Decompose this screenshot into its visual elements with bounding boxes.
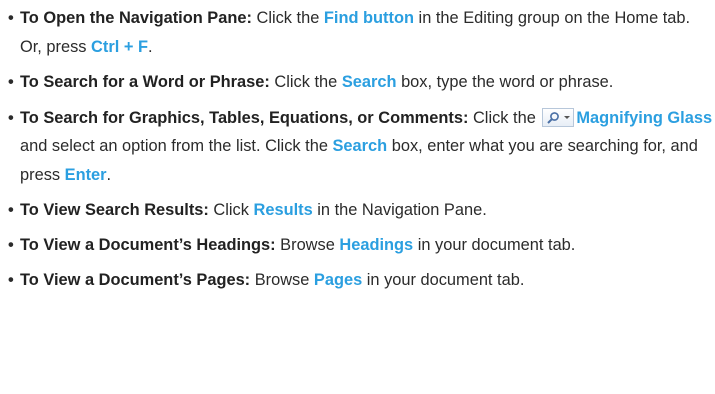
- item-heading: To Search for Graphics, Tables, Equation…: [20, 108, 469, 127]
- item-text: box, type the word or phrase.: [396, 73, 614, 91]
- item-text: .: [147, 37, 153, 56]
- item-text: .: [106, 165, 112, 184]
- item-text: Browse: [275, 235, 340, 254]
- chevron-down-icon: [564, 115, 571, 119]
- item-text: Click the: [468, 108, 541, 127]
- list-item-view-headings: • To View a Document’s Headings: Browse …: [8, 231, 715, 260]
- item-text: Click the: [269, 73, 342, 91]
- list-item-search-graphics: • To Search for Graphics, Tables, Equati…: [8, 104, 715, 190]
- item-heading: To View a Document’s Pages:: [20, 271, 251, 289]
- magnifying-glass-icon[interactable]: [542, 107, 575, 127]
- magnifying-glass-highlight: Magnifying Glass: [576, 108, 713, 127]
- search-highlight: Search: [341, 73, 397, 91]
- find-button-highlight: Find button: [323, 9, 414, 27]
- item-heading: To View a Document’s Headings:: [20, 235, 276, 254]
- pages-highlight: Pages: [313, 271, 363, 289]
- item-text: and select an option from the list. Clic…: [20, 137, 333, 155]
- item-text: Click the: [251, 9, 324, 27]
- instruction-list: • To Open the Navigation Pane: Click the…: [0, 0, 715, 295]
- item-heading: To Search for a Word or Phrase:: [20, 73, 270, 91]
- list-item-search-word: • To Search for a Word or Phrase: Click …: [8, 68, 715, 97]
- list-item-view-results: • To View Search Results: Click Results …: [8, 196, 715, 225]
- item-heading: To Open the Navigation Pane:: [20, 9, 252, 27]
- headings-highlight: Headings: [339, 235, 414, 254]
- item-text: Click: [208, 201, 254, 219]
- item-text: in your document tab.: [413, 235, 576, 254]
- bullet: •: [8, 108, 14, 127]
- item-text: in your document tab.: [362, 271, 525, 289]
- item-text: in the Navigation Pane.: [312, 201, 487, 219]
- list-item-open-navigation-pane: • To Open the Navigation Pane: Click the…: [8, 4, 715, 61]
- bullet: •: [8, 271, 14, 289]
- item-text: Browse: [250, 271, 314, 289]
- item-heading: To View Search Results:: [20, 201, 209, 219]
- list-item-view-pages: • To View a Document’s Pages: Browse Pag…: [8, 266, 715, 295]
- bullet: •: [8, 201, 14, 219]
- results-highlight: Results: [253, 201, 313, 219]
- bullet: •: [8, 235, 14, 254]
- shortcut-highlight: Ctrl + F: [91, 37, 148, 56]
- enter-highlight: Enter: [64, 165, 107, 184]
- search-highlight: Search: [332, 137, 388, 155]
- bullet: •: [8, 9, 14, 27]
- bullet: •: [8, 73, 14, 91]
